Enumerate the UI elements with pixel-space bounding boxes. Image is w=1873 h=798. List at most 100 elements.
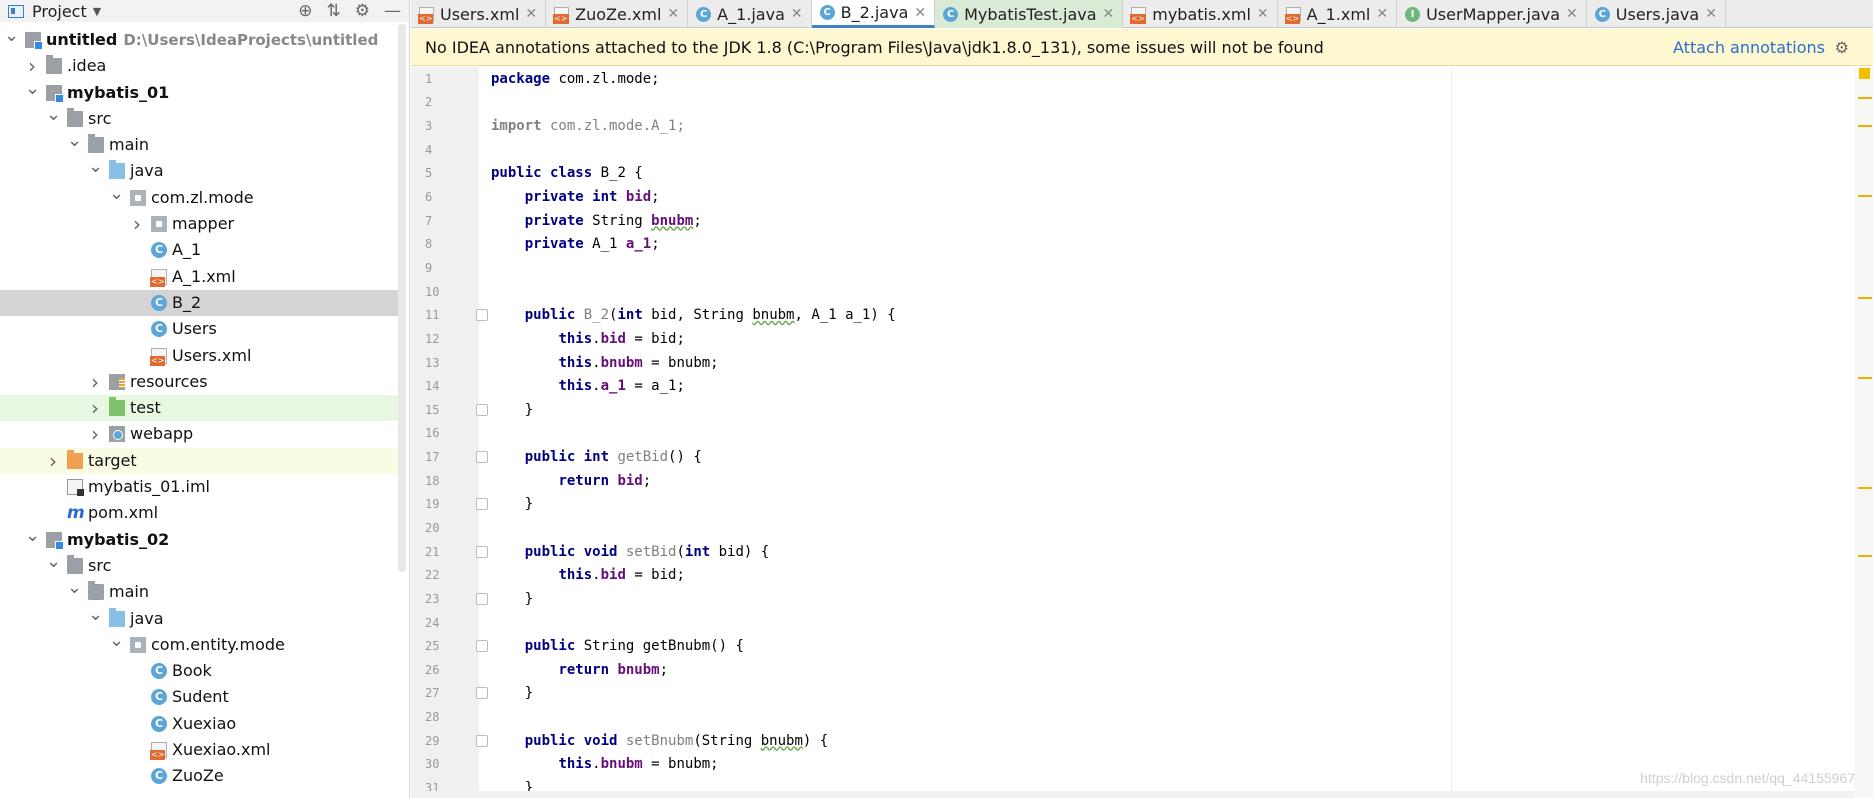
- chevron-right-icon[interactable]: ›: [130, 211, 144, 237]
- fold-marker-icon[interactable]: [476, 640, 488, 653]
- editor-scrollbar[interactable]: [1854, 67, 1873, 798]
- tree-item[interactable]: ⌄ src: [0, 105, 400, 132]
- code-line[interactable]: 3 import com.zl.mode.A_1;: [411, 114, 1831, 138]
- fold-marker-icon[interactable]: [476, 545, 488, 558]
- code-line[interactable]: 20: [411, 516, 1831, 540]
- chevron-down-icon[interactable]: ⌄: [25, 79, 40, 106]
- code-editor[interactable]: 1 package com.zl.mode; 2 3 import com.zl.mod…: [411, 67, 1873, 798]
- tree-item[interactable]: C Users: [0, 316, 400, 342]
- tree-item[interactable]: A_1.xml: [0, 264, 400, 290]
- chevron-down-icon[interactable]: ⌄: [4, 27, 19, 53]
- code-line[interactable]: 28: [411, 705, 1831, 729]
- chevron-right-icon[interactable]: ›: [46, 448, 60, 474]
- collapse-all-icon[interactable]: ⇅: [327, 1, 341, 21]
- editor-tab[interactable]: mybatis.xml ✕: [1123, 0, 1278, 28]
- tree-item[interactable]: › target: [0, 447, 400, 475]
- tree-item[interactable]: ⌄ java: [0, 158, 400, 184]
- code-line[interactable]: 17 public int getBid() {: [411, 445, 1831, 469]
- warning-marker[interactable]: [1858, 555, 1872, 557]
- editor-tab[interactable]: Users.xml ✕: [411, 0, 547, 28]
- editor-tab[interactable]: C MybatisTest.java ✕: [935, 0, 1124, 28]
- code-line[interactable]: 15 }: [411, 398, 1831, 422]
- close-icon[interactable]: ✕: [667, 6, 679, 22]
- fold-marker-icon[interactable]: [476, 309, 488, 322]
- project-tree-scrollbar[interactable]: [398, 24, 406, 572]
- horizontal-scrollbar[interactable]: [411, 791, 1854, 798]
- editor-tab[interactable]: C Users.java ✕: [1587, 0, 1726, 28]
- chevron-down-icon[interactable]: ⌄: [109, 184, 124, 211]
- project-view-selector[interactable]: Project: [32, 2, 87, 21]
- chevron-right-icon[interactable]: ›: [88, 421, 102, 447]
- close-icon[interactable]: ✕: [525, 6, 537, 22]
- locate-file-icon[interactable]: ⊕: [298, 1, 312, 21]
- tree-item[interactable]: C Book: [0, 658, 400, 684]
- tree-item[interactable]: › .idea: [0, 53, 400, 79]
- tree-item[interactable]: ⌄ src: [0, 552, 400, 579]
- tree-item[interactable]: m pom.xml: [0, 500, 400, 526]
- tree-item[interactable]: ⌄ java: [0, 605, 400, 632]
- code-line[interactable]: 1 package com.zl.mode;: [411, 67, 1831, 91]
- code-line[interactable]: 21 public void setBid(int bid) {: [411, 540, 1831, 564]
- code-line[interactable]: 5 public class B_2 {: [411, 162, 1831, 186]
- code-line[interactable]: 16: [411, 422, 1831, 446]
- tree-item[interactable]: C ZuoZe: [0, 763, 400, 789]
- chevron-down-icon[interactable]: ⌄: [67, 579, 82, 605]
- chevron-right-icon[interactable]: ›: [88, 369, 102, 395]
- tree-item[interactable]: ⌄ com.zl.mode: [0, 184, 400, 211]
- fold-marker-icon[interactable]: [476, 498, 488, 511]
- tree-item[interactable]: ⌄ mybatis_01: [0, 79, 400, 106]
- code-line[interactable]: 9: [411, 256, 1831, 280]
- code-line[interactable]: 2: [411, 91, 1831, 115]
- fold-marker-icon[interactable]: [476, 403, 488, 416]
- code-line[interactable]: 10: [411, 280, 1831, 304]
- tree-item[interactable]: ⌄ main: [0, 579, 400, 605]
- code-line[interactable]: 13 this.bnubm = bnubm;: [411, 351, 1831, 375]
- code-line[interactable]: 26 return bnubm;: [411, 658, 1831, 682]
- chevron-down-icon[interactable]: ⌄: [67, 132, 82, 158]
- tree-item[interactable]: C A_1: [0, 237, 400, 263]
- banner-gear-icon[interactable]: ⚙: [1835, 38, 1849, 57]
- tree-item[interactable]: ⌄ untitled D:\Users\IdeaProjects\untitled: [0, 27, 400, 53]
- tree-item[interactable]: Users.xml: [0, 343, 400, 369]
- editor-tab[interactable]: I UserMapper.java ✕: [1397, 0, 1587, 28]
- editor-tab[interactable]: ZuoZe.xml ✕: [546, 0, 689, 28]
- code-line[interactable]: 30 this.bnubm = bnubm;: [411, 753, 1831, 777]
- code-line[interactable]: 7 private String bnubm;: [411, 209, 1831, 233]
- warning-marker[interactable]: [1858, 97, 1872, 99]
- fold-marker-icon[interactable]: [476, 734, 488, 747]
- code-line[interactable]: 8 private A_1 a_1;: [411, 232, 1831, 256]
- code-line[interactable]: 11 public B_2(int bid, String bnubm, A_1…: [411, 303, 1831, 327]
- code-line[interactable]: 29 public void setBnubm(String bnubm) {: [411, 729, 1831, 753]
- close-icon[interactable]: ✕: [1566, 6, 1578, 22]
- code-line[interactable]: 22 this.bid = bid;: [411, 563, 1831, 587]
- chevron-down-icon[interactable]: ▼: [93, 5, 101, 18]
- code-area[interactable]: 1 package com.zl.mode; 2 3 import com.zl.mod…: [411, 67, 1831, 798]
- attach-annotations-link[interactable]: Attach annotations: [1673, 38, 1825, 57]
- tree-item[interactable]: › test: [0, 395, 400, 422]
- warning-marker[interactable]: [1858, 297, 1872, 299]
- warning-marker[interactable]: [1858, 125, 1872, 127]
- chevron-down-icon[interactable]: ⌄: [109, 631, 124, 658]
- chevron-down-icon[interactable]: ⌄: [88, 605, 103, 632]
- gear-icon[interactable]: ⚙: [355, 1, 370, 21]
- tree-item[interactable]: › resources: [0, 369, 400, 395]
- close-icon[interactable]: ✕: [1376, 6, 1388, 22]
- chevron-right-icon[interactable]: ›: [88, 395, 102, 421]
- tree-item[interactable]: ⌄ main: [0, 132, 400, 158]
- tree-item[interactable]: mybatis_01.iml: [0, 474, 400, 500]
- editor-tab[interactable]: A_1.xml ✕: [1278, 0, 1398, 28]
- close-icon[interactable]: ✕: [1257, 6, 1269, 22]
- chevron-down-icon[interactable]: ⌄: [25, 526, 40, 553]
- chevron-down-icon[interactable]: ⌄: [46, 105, 61, 132]
- code-line[interactable]: 23 }: [411, 587, 1831, 611]
- editor-tab[interactable]: C A_1.java ✕: [688, 0, 812, 28]
- code-line[interactable]: 24: [411, 611, 1831, 635]
- code-line[interactable]: 14 this.a_1 = a_1;: [411, 374, 1831, 398]
- warning-indicator-icon[interactable]: [1859, 68, 1870, 79]
- code-line[interactable]: 12 this.bid = bid;: [411, 327, 1831, 351]
- tree-item[interactable]: C Sudent: [0, 684, 400, 710]
- tree-item[interactable]: C B_2: [0, 289, 400, 317]
- chevron-right-icon[interactable]: ›: [25, 53, 39, 79]
- code-line[interactable]: 27 }: [411, 682, 1831, 706]
- tree-item[interactable]: C Xuexiao: [0, 711, 400, 737]
